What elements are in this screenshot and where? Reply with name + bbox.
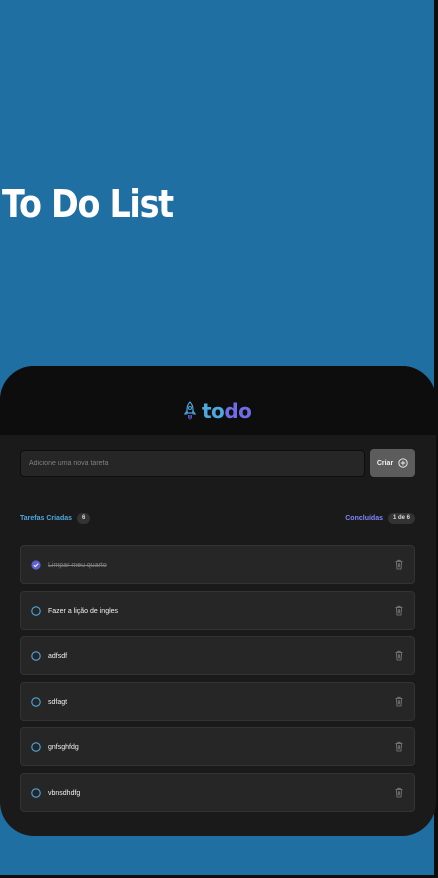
completed-tasks-count: 1 de 6	[387, 513, 415, 524]
create-task-button[interactable]: Criar	[370, 449, 415, 477]
logo-wordmark: todo	[202, 399, 252, 423]
created-tasks-label: Tarefas Criadas	[20, 515, 73, 522]
trash-icon[interactable]	[394, 605, 404, 616]
trash-icon[interactable]	[394, 650, 404, 661]
logo-text-do: do	[224, 399, 252, 423]
completed-tasks-label: Concluídas	[345, 515, 383, 522]
unchecked-circle-icon[interactable]	[31, 696, 41, 707]
task-text: Limpar meu quarto	[48, 562, 107, 569]
created-tasks-counter: Tarefas Criadas 6	[20, 513, 91, 524]
rocket-icon	[183, 401, 197, 420]
trash-icon[interactable]	[394, 559, 404, 570]
unchecked-circle-icon[interactable]	[31, 651, 41, 661]
task-item: Limpar meu quarto	[20, 545, 415, 584]
logo-text-to: to	[202, 399, 225, 423]
task-item: gnfsghfdg	[20, 727, 415, 766]
new-task-input[interactable]	[20, 450, 365, 477]
checked-circle-icon[interactable]	[31, 560, 41, 570]
task-item: adfsdf	[20, 636, 415, 675]
task-item: Fazer a lição de ingles	[20, 590, 415, 630]
task-list: Limpar meu quarto Fazer a lição de ingle…	[20, 545, 415, 818]
task-text: Fazer a lição de ingles	[48, 607, 119, 615]
task-text: vbnsdhdfg	[48, 789, 81, 797]
task-text: sdfagt	[48, 698, 68, 706]
task-text: gnfsghfdg	[48, 744, 79, 751]
task-item: sdfagt	[20, 681, 415, 721]
app-logo: todo	[183, 399, 252, 423]
plus-circle-icon	[398, 458, 408, 468]
task-text: adfsdf	[48, 653, 68, 660]
trash-icon[interactable]	[394, 787, 404, 798]
unchecked-circle-icon[interactable]	[31, 605, 41, 616]
todo-app-card: todo Criar Tarefas Criadas 6 Concluídas …	[0, 366, 436, 836]
page-title: To Do List	[2, 182, 174, 226]
created-tasks-count: 6	[77, 513, 91, 524]
app-header: todo	[0, 366, 436, 435]
trash-icon[interactable]	[394, 741, 404, 752]
unchecked-circle-icon[interactable]	[31, 742, 41, 752]
task-item: vbnsdhdfg	[20, 772, 415, 812]
unchecked-circle-icon[interactable]	[31, 787, 41, 798]
completed-tasks-counter: Concluídas 1 de 6	[345, 513, 415, 524]
create-button-label: Criar	[376, 459, 394, 467]
trash-icon[interactable]	[394, 696, 404, 707]
